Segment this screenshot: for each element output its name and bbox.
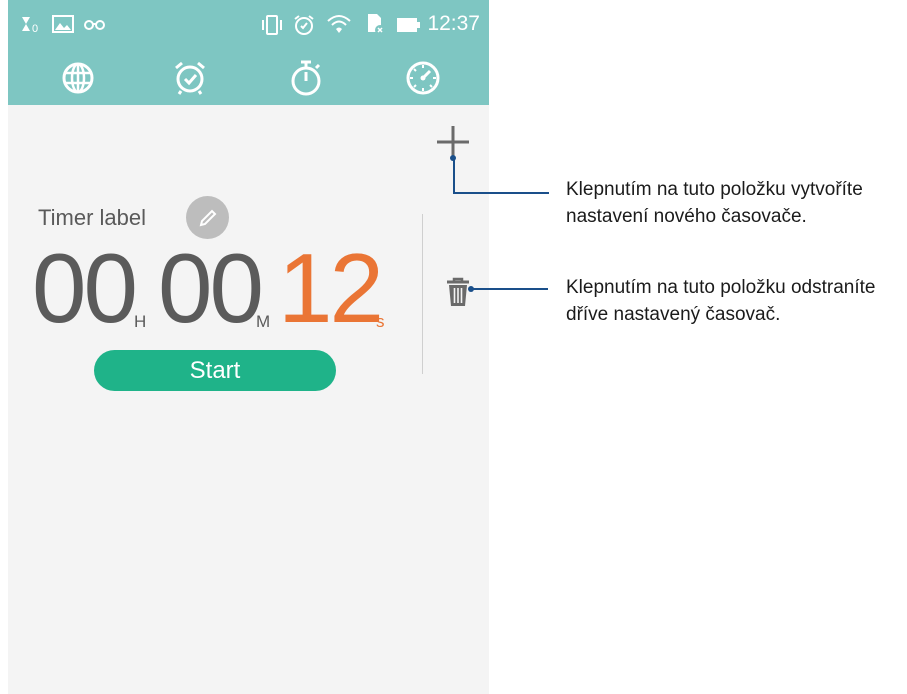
status-bar: 0 12:37 <box>8 0 489 50</box>
tab-bar <box>8 50 489 105</box>
seconds-value: 12 <box>278 233 384 343</box>
tab-alarm[interactable] <box>160 50 220 105</box>
globe-icon <box>62 62 94 93</box>
image-icon <box>52 15 74 33</box>
sd-card-icon <box>368 14 385 35</box>
divider <box>422 214 423 374</box>
wifi-icon <box>327 15 351 33</box>
callout-delete-text: Klepnutím na tuto položku odstraníte dří… <box>566 274 906 328</box>
phone-screen: 0 12:37 Timer label 00 H 00 M 12 s Start <box>8 0 489 694</box>
callout-delete-line1: Klepnutím na tuto položku odstraníte <box>566 277 876 298</box>
stopwatch-icon <box>291 60 321 95</box>
status-time: 12:37 <box>427 12 480 35</box>
glasses-icon <box>84 20 105 30</box>
minutes-value: 00 <box>158 233 264 343</box>
tab-stopwatch[interactable] <box>276 50 336 105</box>
hours-value: 00 <box>32 233 138 343</box>
alarm-clock-icon <box>175 61 205 95</box>
svg-text:0: 0 <box>32 23 38 35</box>
callout-add-text: Klepnutím na tuto položku vytvoříte nast… <box>566 176 906 230</box>
vibrate-icon <box>262 15 282 35</box>
delete-timer-button[interactable] <box>444 276 472 308</box>
tab-timer[interactable] <box>393 50 453 105</box>
tab-world-clock[interactable] <box>48 50 108 105</box>
hourglass-icon: 0 <box>22 17 38 35</box>
hours-unit: H <box>134 312 147 331</box>
minutes-unit: M <box>256 312 271 331</box>
timer-icon <box>406 61 440 94</box>
callout-add-line-horizontal <box>453 192 549 194</box>
alarm-icon <box>294 15 314 35</box>
callout-add-line2: nastavení nového časovače. <box>566 206 807 227</box>
battery-icon <box>397 18 420 32</box>
callout-add-line1: Klepnutím na tuto položku vytvoříte <box>566 179 863 200</box>
start-button[interactable]: Start <box>94 350 336 391</box>
callout-add-line-vertical <box>453 158 455 193</box>
timer-label[interactable]: Timer label <box>38 205 146 231</box>
callout-delete-line <box>471 288 548 290</box>
callout-delete-line2: dříve nastavený časovač. <box>566 304 781 325</box>
pencil-icon <box>199 209 216 226</box>
seconds-unit: s <box>376 312 385 331</box>
